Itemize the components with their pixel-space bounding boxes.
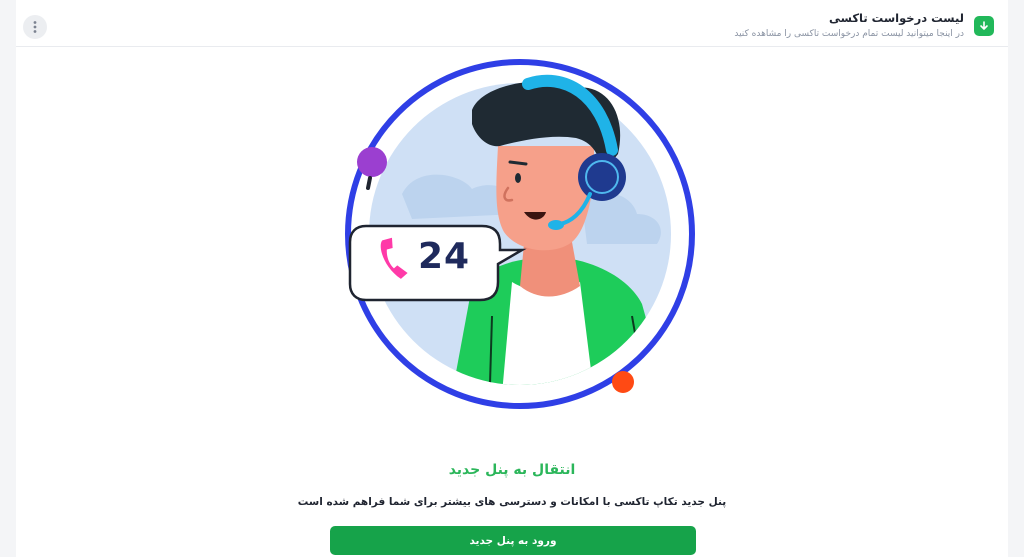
page-title: لیست درخواست تاکسی <box>828 11 964 25</box>
kebab-menu-button[interactable] <box>23 15 47 39</box>
support-illustration: 24 <box>332 54 712 418</box>
enter-new-panel-button[interactable]: ورود به پنل جدید <box>330 526 696 555</box>
support-hours-badge: 24 <box>418 236 471 277</box>
download-icon[interactable] <box>974 16 994 36</box>
neck <box>520 242 580 297</box>
orange-dot <box>612 371 634 393</box>
page-subtitle: در اینجا میتوانید لیست تمام درخواست تاکس… <box>734 29 964 39</box>
content-card: لیست درخواست تاکسی در اینجا میتوانید لیس… <box>16 0 1008 557</box>
main-title: انتقال به پنل جدید <box>448 462 576 478</box>
kebab-menu-icon <box>33 21 37 33</box>
page: لیست درخواست تاکسی در اینجا میتوانید لیس… <box>0 0 1024 557</box>
purple-dot <box>357 147 387 177</box>
page-header: لیست درخواست تاکسی در اینجا میتوانید لیس… <box>16 0 1008 47</box>
main-description: پنل جدید تکاپ تاکسی با امکانات و دسترسی … <box>297 496 727 508</box>
